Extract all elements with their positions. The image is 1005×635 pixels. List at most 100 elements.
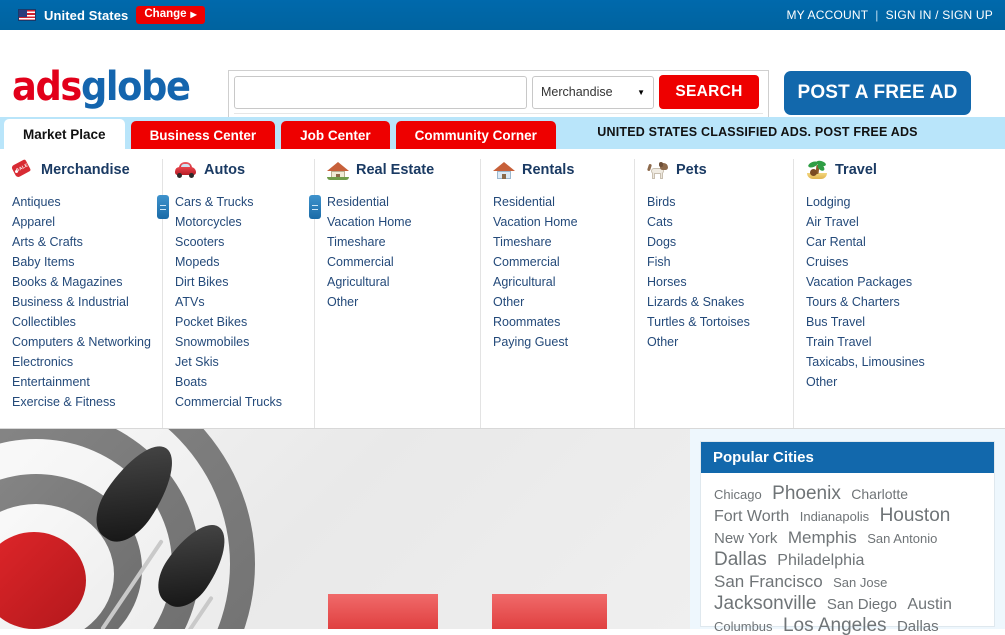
category-link[interactable]: Computers & Networking xyxy=(12,332,152,352)
city-link[interactable]: Charlotte xyxy=(851,486,908,502)
post-free-ad-button[interactable]: POST A FREE AD xyxy=(784,71,971,115)
tab-business-center[interactable]: Business Center xyxy=(131,121,276,149)
category-title[interactable]: Rentals xyxy=(522,162,574,178)
category-link[interactable]: Agricultural xyxy=(327,272,470,292)
category-link[interactable]: Cars & Trucks xyxy=(175,192,304,212)
city-link[interactable]: Dallas xyxy=(714,549,767,570)
category-link[interactable]: Air Travel xyxy=(806,212,973,232)
category-link[interactable]: Agricultural xyxy=(493,272,624,292)
category-link[interactable]: Mopeds xyxy=(175,252,304,272)
category-link[interactable]: Books & Magazines xyxy=(12,272,152,292)
category-link[interactable]: Horses xyxy=(647,272,783,292)
category-link[interactable]: Paying Guest xyxy=(493,332,624,352)
search-button[interactable]: SEARCH xyxy=(659,75,759,109)
category-link[interactable]: Timeshare xyxy=(493,232,624,252)
column-resize-handle[interactable] xyxy=(157,195,169,219)
category-link[interactable]: Other xyxy=(493,292,624,312)
city-link[interactable]: Indianapolis xyxy=(800,509,869,524)
category-link[interactable]: Baby Items xyxy=(12,252,152,272)
country-selector[interactable]: United States Change ▶ xyxy=(18,6,205,24)
my-account-link[interactable]: MY ACCOUNT xyxy=(786,8,868,22)
city-link[interactable]: Fort Worth xyxy=(714,508,789,525)
category-links: Antiques Apparel Arts & Crafts Baby Item… xyxy=(12,192,152,412)
sign-in-sign-up-link[interactable]: SIGN IN / SIGN UP xyxy=(886,8,993,22)
category-link[interactable]: Commercial xyxy=(327,252,470,272)
category-link[interactable]: Vacation Home xyxy=(493,212,624,232)
city-link[interactable]: Dallas xyxy=(897,618,939,635)
city-link[interactable]: Philadelphia xyxy=(777,552,864,569)
city-link[interactable]: San Francisco xyxy=(714,572,823,591)
change-country-button[interactable]: Change ▶ xyxy=(136,6,204,24)
search-category-select[interactable]: Merchandise ▼ xyxy=(532,76,654,109)
category-link[interactable]: Lodging xyxy=(806,192,973,212)
category-link[interactable]: Residential xyxy=(327,192,470,212)
category-link[interactable]: Business & Industrial xyxy=(12,292,152,312)
city-link[interactable]: Jacksonville xyxy=(714,593,816,614)
category-link[interactable]: Commercial Trucks xyxy=(175,392,304,412)
category-link[interactable]: Dirt Bikes xyxy=(175,272,304,292)
category-link[interactable]: Snowmobiles xyxy=(175,332,304,352)
tab-job-center[interactable]: Job Center xyxy=(281,121,390,149)
category-link[interactable]: Jet Skis xyxy=(175,352,304,372)
category-link[interactable]: Birds xyxy=(647,192,783,212)
column-resize-handle[interactable] xyxy=(309,195,321,219)
category-link[interactable]: Turtles & Tortoises xyxy=(647,312,783,332)
category-title[interactable]: Merchandise xyxy=(41,162,130,178)
site-logo[interactable]: adsglobe xyxy=(12,67,190,107)
category-link[interactable]: Apparel xyxy=(12,212,152,232)
category-link[interactable]: Timeshare xyxy=(327,232,470,252)
category-link[interactable]: Fish xyxy=(647,252,783,272)
category-link[interactable]: Boats xyxy=(175,372,304,392)
city-link[interactable]: New York xyxy=(714,530,777,547)
category-link[interactable]: Taxicabs, Limousines xyxy=(806,352,973,372)
category-title[interactable]: Real Estate xyxy=(356,162,434,178)
tab-market-place[interactable]: Market Place xyxy=(4,119,125,149)
category-link[interactable]: Car Rental xyxy=(806,232,973,252)
category-link[interactable]: Entertainment xyxy=(12,372,152,392)
palm-tree-icon xyxy=(806,160,828,180)
category-link[interactable]: Cruises xyxy=(806,252,973,272)
promo-banner[interactable] xyxy=(0,429,690,629)
category-links: Cars & Trucks Motorcycles Scooters Moped… xyxy=(175,192,304,412)
category-link[interactable]: Vacation Home xyxy=(327,212,470,232)
category-link[interactable]: Pocket Bikes xyxy=(175,312,304,332)
city-link[interactable]: San Antonio xyxy=(867,531,937,546)
category-link[interactable]: Other xyxy=(327,292,470,312)
city-link[interactable]: Los Angeles xyxy=(783,615,887,635)
category-link[interactable]: Other xyxy=(806,372,973,392)
category-link[interactable]: Residential xyxy=(493,192,624,212)
category-link[interactable]: Vacation Packages xyxy=(806,272,973,292)
category-link[interactable]: Train Travel xyxy=(806,332,973,352)
category-link[interactable]: Tours & Charters xyxy=(806,292,973,312)
category-title[interactable]: Travel xyxy=(835,162,877,178)
tab-community-corner[interactable]: Community Corner xyxy=(396,121,556,149)
category-link[interactable]: Motorcycles xyxy=(175,212,304,232)
category-link[interactable]: Roommates xyxy=(493,312,624,332)
city-link[interactable]: San Diego xyxy=(827,596,897,613)
category-title[interactable]: Autos xyxy=(204,162,245,178)
category-link[interactable]: Lizards & Snakes xyxy=(647,292,783,312)
category-link[interactable]: Collectibles xyxy=(12,312,152,332)
city-link[interactable]: Memphis xyxy=(788,528,857,547)
category-link[interactable]: Cats xyxy=(647,212,783,232)
category-link[interactable]: Arts & Crafts xyxy=(12,232,152,252)
category-link[interactable]: Bus Travel xyxy=(806,312,973,332)
category-link[interactable]: Dogs xyxy=(647,232,783,252)
category-link[interactable]: Exercise & Fitness xyxy=(12,392,152,412)
chevron-down-icon: ▼ xyxy=(637,88,645,97)
category-link[interactable]: ATVs xyxy=(175,292,304,312)
search-input[interactable] xyxy=(234,76,527,109)
category-link[interactable]: Other xyxy=(647,332,783,352)
city-link[interactable]: Phoenix xyxy=(772,483,841,504)
city-link[interactable]: Austin xyxy=(907,596,951,613)
category-link[interactable]: Scooters xyxy=(175,232,304,252)
category-link[interactable]: Commercial xyxy=(493,252,624,272)
sale-tag-icon: SALE xyxy=(12,160,34,180)
category-title[interactable]: Pets xyxy=(676,162,707,178)
city-link[interactable]: Houston xyxy=(880,505,951,526)
category-link[interactable]: Antiques xyxy=(12,192,152,212)
city-link[interactable]: Columbus xyxy=(714,619,773,634)
city-link[interactable]: San Jose xyxy=(833,575,887,590)
city-link[interactable]: Chicago xyxy=(714,487,762,502)
category-link[interactable]: Electronics xyxy=(12,352,152,372)
